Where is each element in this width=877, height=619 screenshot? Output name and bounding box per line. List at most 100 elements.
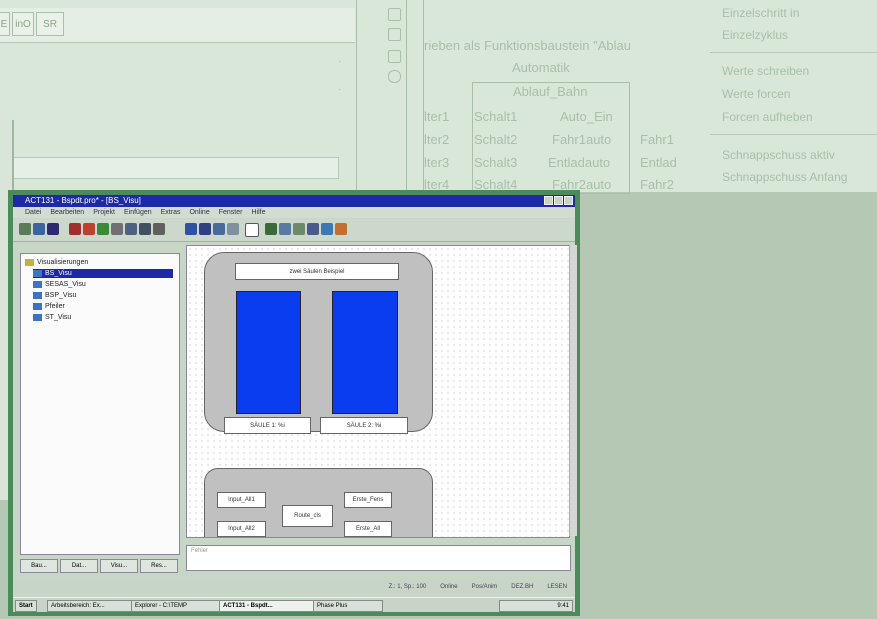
title-bar: ACT131 - Bspdt.pro* - [BS_Visu]: [13, 195, 575, 207]
input-1-box[interactable]: Input_All1: [217, 492, 266, 508]
bg-menu-separator: [710, 52, 877, 53]
bg-fb-out: Auto_Ein: [560, 109, 613, 124]
tree-item[interactable]: SESAS_Visu: [33, 280, 86, 289]
meter-icon[interactable]: [307, 223, 319, 235]
paste-icon[interactable]: [139, 223, 151, 235]
bg-fb-in: Schalt3: [474, 155, 518, 170]
histogram-icon[interactable]: [321, 223, 333, 235]
tab-bausteine[interactable]: Bau...: [20, 559, 58, 573]
tree-item[interactable]: ST_Visu: [33, 313, 71, 322]
toolbar: [13, 219, 575, 242]
canvas-title-label[interactable]: zwei Säulen Beispiel: [235, 263, 399, 280]
alarm-icon[interactable]: [335, 223, 347, 235]
bg-fb-out: Entladauto: [548, 155, 611, 170]
maximize-button[interactable]: [554, 196, 563, 205]
task-phase-plus[interactable]: Phase Plus: [313, 600, 383, 612]
ellipse-icon[interactable]: [199, 223, 211, 235]
menu-datei[interactable]: Datei: [25, 207, 41, 218]
gutter-icon: [388, 28, 401, 41]
bitmap-icon[interactable]: [265, 223, 277, 235]
menu-online[interactable]: Online: [189, 207, 209, 218]
menu-bearbeiten[interactable]: Bearbeiten: [50, 207, 84, 218]
tab-datentypen[interactable]: Dat...: [60, 559, 98, 573]
bg-tool-ino: inO: [12, 12, 34, 36]
line-icon[interactable]: [227, 223, 239, 235]
task-act131[interactable]: ACT131 - Bspdt...: [219, 600, 315, 612]
close-button[interactable]: [564, 196, 573, 205]
tree-root-label: Visualisierungen: [37, 259, 89, 266]
menu-hilfe[interactable]: Hilfe: [251, 207, 265, 218]
canvas-scrollbar[interactable]: [569, 245, 577, 536]
visu-icon: [33, 313, 42, 321]
status-bar: Z.: 1, Sp.: 100 Online Pos/Anim DEZ.BH L…: [13, 581, 575, 593]
input-2-box[interactable]: Input_All2: [217, 521, 266, 537]
open-icon[interactable]: [33, 223, 45, 235]
menu-einfuegen[interactable]: Einfügen: [124, 207, 152, 218]
bg-tool-sr: SR: [36, 12, 64, 36]
bg-menu-item: Einzelschritt in: [722, 6, 800, 20]
bg-fb-target: Fahr2: [640, 177, 674, 192]
task-workspace[interactable]: Arbeitsbereich: Ex...: [47, 600, 133, 612]
message-text: Fehler: [191, 548, 209, 554]
status-access: LESEN: [547, 584, 567, 590]
bg-dot: ·: [338, 84, 342, 95]
column-2[interactable]: [332, 291, 398, 414]
find-icon[interactable]: [153, 223, 165, 235]
window-controls: [544, 196, 573, 205]
task-explorer[interactable]: Explorer - C:\TEMP: [131, 600, 221, 612]
bg-separator: [356, 0, 357, 192]
bg-menu-item: Einzelzyklus: [722, 28, 789, 42]
background-toolbar: E inO SR: [0, 8, 355, 43]
tree-item-label: ST_Visu: [45, 314, 72, 321]
run-icon[interactable]: [83, 223, 95, 235]
save-icon[interactable]: [47, 223, 59, 235]
folder-icon: [25, 258, 34, 266]
output-1-box[interactable]: Erste_Fens: [344, 492, 392, 508]
bg-fb-outer: lter3: [424, 155, 450, 170]
tree-root[interactable]: Visualisierungen: [25, 258, 88, 267]
menu-projekt[interactable]: Projekt: [93, 207, 115, 218]
visu-icon: [33, 291, 42, 299]
minimize-button[interactable]: [544, 196, 553, 205]
visu-icon: [33, 302, 42, 310]
tab-ressourcen[interactable]: Res...: [140, 559, 178, 573]
start-button[interactable]: Start: [15, 600, 37, 612]
table-icon[interactable]: [293, 223, 305, 235]
polygon-icon[interactable]: [213, 223, 225, 235]
bg-fb-mode: Automatik: [512, 60, 570, 75]
column-2-label[interactable]: SÄULE 2: %i: [320, 417, 408, 434]
cut-icon[interactable]: [111, 223, 123, 235]
tab-visualisierungen[interactable]: Visu...: [100, 559, 138, 573]
menu-fenster[interactable]: Fenster: [219, 207, 243, 218]
bg-menu-item: Forcen aufheben: [722, 110, 813, 124]
route-box[interactable]: Route_cls: [282, 505, 333, 527]
bg-fb-target: Fahr1: [640, 132, 674, 147]
bg-menu-item: Schnappschuss Anfang: [722, 170, 848, 184]
bg-menu-item: Werte schreiben: [722, 64, 810, 78]
tree-item-label: BS_Visu: [45, 270, 72, 277]
bg-fb-outer: lter2: [424, 132, 450, 147]
visualization-canvas[interactable]: zwei Säulen Beispiel SÄULE 1: %i SÄULE 2…: [186, 245, 570, 538]
tree-item-label: BSP_Visu: [45, 292, 77, 299]
copy-icon[interactable]: [125, 223, 137, 235]
bg-menu-item: Schnappschuss aktiv: [722, 148, 835, 162]
tree-item[interactable]: BSP_Visu: [33, 291, 76, 300]
bg-menu-item: Werte forcen: [722, 87, 791, 101]
status-format: DEZ.BH: [511, 584, 534, 590]
gutter-icon: [388, 50, 401, 63]
column-1[interactable]: [236, 291, 301, 414]
build-icon[interactable]: [69, 223, 81, 235]
rectangle-icon[interactable]: [185, 223, 197, 235]
tree-item[interactable]: BS_Visu: [33, 269, 173, 278]
window-title: ACT131 - Bspdt.pro* - [BS_Visu]: [25, 196, 141, 205]
tree-item[interactable]: Pfeiler: [33, 302, 65, 311]
message-window[interactable]: Fehler: [186, 545, 571, 571]
column-1-label[interactable]: SÄULE 1: %i: [224, 417, 311, 434]
output-2-box[interactable]: Erste_All: [344, 521, 392, 537]
text-icon[interactable]: [245, 223, 259, 237]
menu-extras[interactable]: Extras: [161, 207, 181, 218]
new-icon[interactable]: [19, 223, 31, 235]
button-icon[interactable]: [279, 223, 291, 235]
login-icon[interactable]: [97, 223, 109, 235]
visu-icon: [33, 269, 42, 277]
